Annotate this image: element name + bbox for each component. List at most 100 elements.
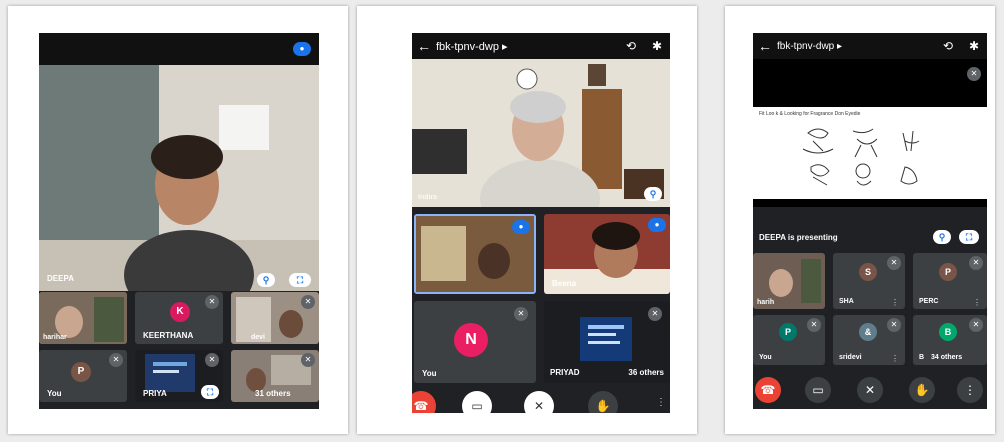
- participant-name: Indira: [418, 194, 438, 201]
- switch-camera-icon[interactable]: ⟲: [618, 39, 644, 53]
- others-count: 34 others: [931, 354, 963, 361]
- meeting-code[interactable]: fbk-tpnv-dwp ▸: [777, 41, 935, 52]
- pin-icon: ⚲: [649, 189, 657, 199]
- phone-screen-2: ← fbk-tpnv-dwp ▸ ⟲ ✱ Indira ⚲ ● Beena ● …: [412, 33, 670, 413]
- mic-off-icon: ✕: [301, 295, 315, 309]
- mic-off-icon: ✕: [969, 318, 983, 332]
- participant-tile[interactable]: P You ✕: [753, 315, 825, 365]
- pin-button[interactable]: ⚲: [933, 230, 951, 244]
- bluetooth-icon[interactable]: ✱: [644, 39, 670, 53]
- participant-tile[interactable]: devi ✕: [231, 292, 319, 344]
- participant-name: You: [422, 369, 437, 378]
- fullscreen-button[interactable]: ⛶: [289, 273, 311, 287]
- fullscreen-icon: ⛶: [965, 232, 973, 242]
- mic-toggle-button[interactable]: ✕: [524, 391, 554, 413]
- participant-tile[interactable]: N You ✕: [414, 301, 536, 383]
- raise-hand-icon: ✋: [595, 399, 611, 413]
- camera-off-icon: ▭: [471, 399, 483, 413]
- end-call-button[interactable]: ☎: [755, 377, 781, 403]
- meeting-code-text: fbk-tpnv-dwp: [777, 40, 835, 52]
- more-options-icon[interactable]: ⋮: [973, 298, 981, 307]
- mic-off-icon: ✕: [109, 353, 123, 367]
- call-controls: ☎ ▭ ✕ ✋ ⋮: [412, 389, 670, 413]
- participant-name: B: [919, 354, 925, 361]
- participant-tile[interactable]: P You ✕: [39, 350, 127, 402]
- fullscreen-button[interactable]: ⛶: [201, 385, 219, 399]
- pin-button[interactable]: ⚲: [644, 187, 662, 201]
- more-options-icon[interactable]: ⋮: [656, 397, 666, 408]
- end-call-icon: ☎: [760, 383, 776, 397]
- camera-off-icon: ▭: [812, 383, 824, 397]
- camera-toggle-button[interactable]: ▭: [805, 377, 831, 403]
- others-count: 36 others: [628, 368, 664, 377]
- call-controls: ☎ ▭ ✕ ✋ ⋮: [753, 373, 987, 409]
- mic-toggle-button[interactable]: ✕: [857, 377, 883, 403]
- participant-name: PRIYA: [143, 389, 167, 398]
- expand-triangle-icon: ▸: [837, 40, 843, 52]
- others-count: 31 others: [255, 389, 291, 398]
- back-arrow-icon[interactable]: ←: [412, 38, 436, 54]
- more-options-icon[interactable]: ⋮: [891, 298, 899, 307]
- camera-toggle-button[interactable]: ▭: [462, 391, 492, 413]
- pin-icon: ⚲: [938, 232, 946, 242]
- mic-off-icon: ✕: [514, 307, 528, 321]
- fullscreen-icon: ⛶: [206, 387, 214, 397]
- back-arrow-icon[interactable]: ←: [753, 38, 777, 54]
- participant-tile[interactable]: K KEERTHANA ✕: [135, 292, 223, 344]
- main-video[interactable]: Indira ⚲: [412, 59, 670, 207]
- participant-name: sridevi: [839, 354, 862, 361]
- meeting-code-text: fbk-tpnv-dwp: [436, 40, 499, 53]
- bluetooth-icon[interactable]: ✱: [961, 39, 987, 53]
- screenshot-card-2: ← fbk-tpnv-dwp ▸ ⟲ ✱ Indira ⚲ ● Beena ● …: [357, 6, 697, 434]
- mic-off-icon: ✕: [807, 318, 821, 332]
- participant-tile[interactable]: B B 34 others ✕: [913, 315, 987, 365]
- end-call-icon: ☎: [413, 399, 429, 413]
- mic-off-icon: ✕: [887, 318, 901, 332]
- fullscreen-button[interactable]: ⛶: [959, 230, 979, 244]
- participant-name: Beena: [552, 279, 577, 288]
- shared-document: Fit Loo k & Looking for Fragrance Don Ey…: [753, 107, 987, 199]
- speaking-indicator-icon: ●: [293, 42, 311, 56]
- participant-name: harih: [757, 299, 775, 306]
- participant-tile[interactable]: & sridevi ⋮ ✕: [833, 315, 905, 365]
- raise-hand-button[interactable]: ✋: [588, 391, 618, 413]
- top-bar: ← fbk-tpnv-dwp ▸ ⟲ ✱: [412, 33, 670, 59]
- end-call-button[interactable]: ☎: [412, 391, 436, 413]
- screenshot-card-1: ● DEEPA ⚲ ⛶ harihar K KEERTHANA ✕ devi ✕…: [8, 6, 348, 434]
- participant-tile[interactable]: ●: [414, 214, 536, 294]
- raise-hand-button[interactable]: ✋: [909, 377, 935, 403]
- document-caption: Fit Loo k & Looking for Fragrance Don Ey…: [759, 111, 861, 117]
- mic-off-icon: ✕: [205, 353, 219, 367]
- participant-tile[interactable]: harihar: [39, 292, 127, 344]
- presenter-video[interactable]: DEEPA ⚲ ⛶: [39, 65, 319, 291]
- participant-tile[interactable]: P PERC ⋮ ✕: [913, 253, 987, 309]
- more-options-icon[interactable]: ⋮: [891, 354, 899, 363]
- presenter-video-scene: [39, 65, 319, 291]
- participant-tile[interactable]: PRIYAD 36 others ✕: [544, 301, 670, 383]
- presenter-name: DEEPA: [47, 274, 74, 283]
- participant-tile[interactable]: PRIYA ✕ ⛶: [135, 350, 223, 402]
- screenshot-card-3: ← fbk-tpnv-dwp ▸ ⟲ ✱ ✕ Fit Loo k & Looki…: [725, 6, 995, 434]
- phone-screen-3: ← fbk-tpnv-dwp ▸ ⟲ ✱ ✕ Fit Loo k & Looki…: [753, 33, 987, 409]
- presentation-area[interactable]: ✕ Fit Loo k & Looking for Fragrance Don …: [753, 59, 987, 207]
- phone-screen-1: ● DEEPA ⚲ ⛶ harihar K KEERTHANA ✕ devi ✕…: [39, 33, 319, 409]
- mic-off-icon: ✕: [887, 256, 901, 270]
- top-bar: ← fbk-tpnv-dwp ▸ ⟲ ✱: [753, 33, 987, 59]
- presenting-status: DEEPA is presenting: [759, 233, 838, 242]
- pin-button[interactable]: ⚲: [257, 273, 275, 287]
- meeting-code[interactable]: fbk-tpnv-dwp ▸: [436, 40, 618, 53]
- mic-off-icon: ✕: [648, 307, 662, 321]
- participant-tile[interactable]: S SHA ⋮ ✕: [833, 253, 905, 309]
- pin-icon: ⚲: [262, 275, 270, 285]
- participant-tile[interactable]: harih: [753, 253, 825, 309]
- participant-name: You: [47, 389, 62, 398]
- mic-off-icon: ✕: [969, 256, 983, 270]
- others-tile[interactable]: 31 others ✕: [231, 350, 319, 402]
- participant-name: devi: [251, 334, 266, 341]
- switch-camera-icon[interactable]: ⟲: [935, 39, 961, 53]
- participant-avatar: P: [939, 263, 957, 281]
- mic-off-icon: ✕: [301, 353, 315, 367]
- more-options-button[interactable]: ⋮: [957, 377, 983, 403]
- participant-tile[interactable]: Beena ●: [544, 214, 670, 294]
- presenting-bar: DEEPA is presenting ⚲ ⛶: [753, 229, 987, 247]
